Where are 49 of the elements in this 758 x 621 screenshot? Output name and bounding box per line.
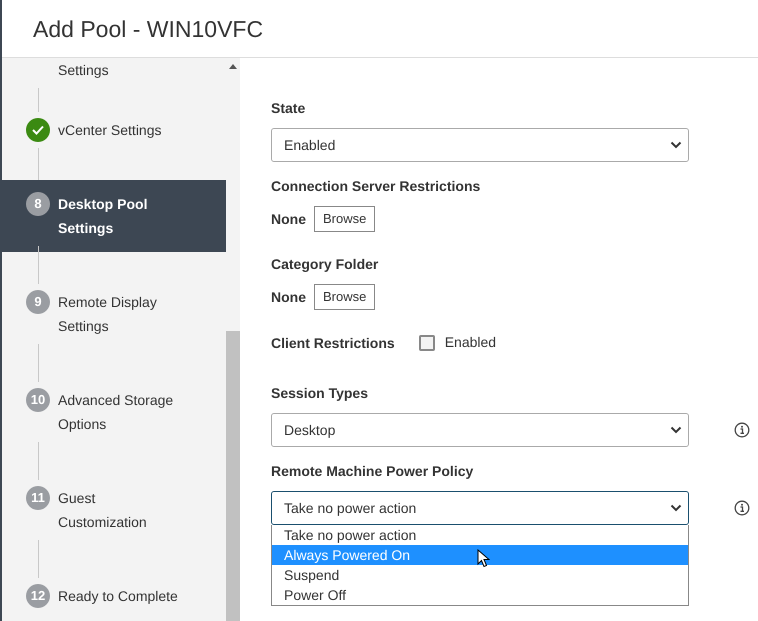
step-label[interactable]: Desktop Pool Settings [58, 192, 186, 240]
info-icon[interactable] [734, 500, 750, 516]
step-number: 12 [26, 584, 50, 608]
field-label: Remote Machine Power Policy [271, 462, 474, 481]
field-label: State [271, 99, 306, 118]
step-label[interactable]: Remote Display Settings [58, 290, 186, 338]
step-label[interactable]: Settings [58, 58, 186, 82]
info-icon[interactable] [734, 422, 750, 438]
step-label[interactable]: vCenter Settings [58, 118, 186, 142]
step-number: 10 [26, 388, 50, 412]
field-label: Session Types [271, 384, 370, 403]
dropdown-value: Enabled [284, 136, 336, 154]
browse-button[interactable]: Browse [314, 206, 376, 232]
step-row[interactable]: 10 Advanced Storage Options [2, 388, 226, 436]
dropdown-option[interactable]: Power Off [272, 585, 688, 605]
window-title: Add Pool - WIN10VFC [33, 16, 264, 42]
dropdown-field[interactable]: Take no power action [271, 491, 689, 525]
chevron-icon [670, 141, 682, 149]
step-label[interactable]: Ready to Complete [58, 584, 186, 608]
dropdown-option[interactable]: Take no power action [272, 525, 688, 545]
dropdown-value: Take no power action [284, 498, 416, 518]
step-number: 11 [26, 486, 50, 510]
scrollbar-thumb[interactable] [226, 331, 240, 621]
field-label: Client Restrictions [271, 334, 395, 352]
cursor-icon [477, 549, 490, 568]
dropdown-value: Desktop [284, 420, 336, 440]
step-row[interactable]: vCenter Settings [2, 118, 226, 142]
step-row[interactable]: 11 Guest Customization [2, 486, 226, 534]
step-row[interactable]: 9 Remote Display Settings [2, 290, 226, 338]
field-value: None [271, 288, 306, 307]
step-row[interactable]: Settings [2, 58, 226, 82]
browse-button[interactable]: Browse [314, 284, 376, 310]
chevron-icon [670, 426, 682, 434]
dropdown-option[interactable]: Suspend [272, 565, 688, 585]
dropdown-field[interactable]: Desktop [271, 413, 689, 447]
step-number: 9 [26, 290, 50, 314]
step-row[interactable]: 12 Ready to Complete [2, 584, 226, 608]
checkbox-label[interactable]: Enabled [444, 332, 496, 353]
step-label[interactable]: Advanced Storage Options [58, 388, 186, 436]
current-step[interactable]: 8 Desktop Pool Settings [2, 180, 226, 252]
scroll-up-icon[interactable] [229, 64, 237, 69]
step-label[interactable]: Guest Customization [58, 486, 186, 534]
checkbox[interactable] [418, 334, 435, 350]
chevron-icon [670, 504, 682, 512]
field-label: Connection Server Restrictions [271, 177, 482, 196]
field-value: None [271, 210, 306, 229]
dropdown-field[interactable]: Enabled [271, 128, 689, 162]
step-number: 8 [26, 192, 50, 216]
field-label: Category Folder [271, 255, 380, 274]
